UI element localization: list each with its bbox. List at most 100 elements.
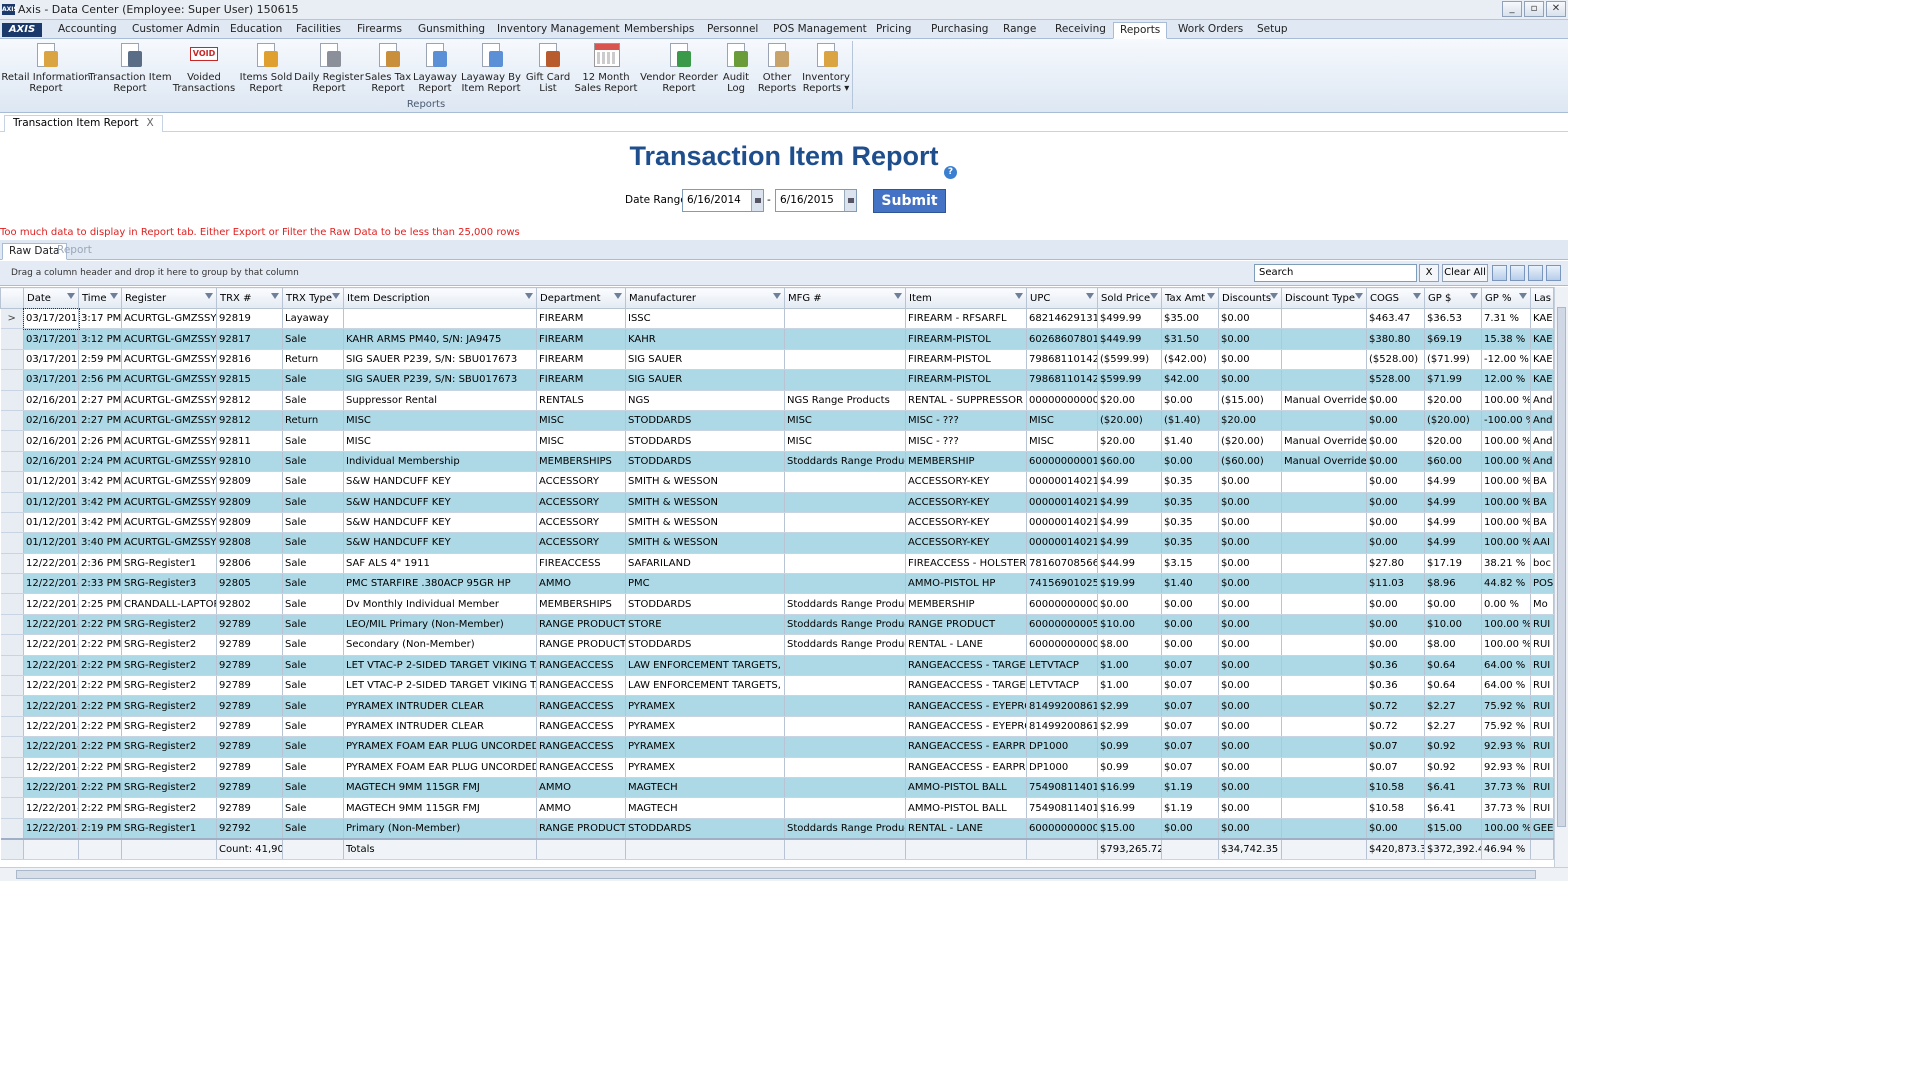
filter-icon[interactable] bbox=[773, 293, 781, 299]
cell-las[interactable]: RUI bbox=[1530, 757, 1554, 778]
table-row[interactable]: 12/22/2014 2:33 PM SRG-Register3 92805 Sale P… bbox=[0, 573, 1554, 595]
cell-cogs[interactable]: $0.00 bbox=[1366, 492, 1425, 513]
cell-discount-type[interactable] bbox=[1281, 593, 1367, 615]
cell-item[interactable]: AMMO-PISTOL BALL bbox=[905, 797, 1027, 819]
cell-time[interactable]: 3:42 PM bbox=[78, 492, 122, 513]
cell-department[interactable]: FIREARM bbox=[536, 328, 626, 350]
cell-discounts[interactable]: $0.00 bbox=[1218, 818, 1282, 840]
cell-register[interactable]: SRG-Register2 bbox=[121, 757, 217, 778]
cell-cogs[interactable]: $0.07 bbox=[1366, 757, 1425, 778]
cell-date[interactable]: 12/22/2014 bbox=[23, 655, 79, 677]
menu-tab-work-orders[interactable]: Work Orders bbox=[1172, 22, 1249, 39]
cell-item[interactable]: MEMBERSHIP bbox=[905, 451, 1027, 473]
cell-gp[interactable]: $0.92 bbox=[1424, 736, 1482, 758]
cell-date[interactable]: 01/12/2015 bbox=[23, 492, 79, 513]
vertical-scrollbar[interactable] bbox=[1554, 287, 1568, 867]
filter-icon[interactable] bbox=[525, 293, 533, 299]
cell-upc[interactable]: MISC bbox=[1026, 430, 1098, 452]
cell-upc[interactable]: LETVTACP bbox=[1026, 655, 1098, 677]
column-header-gp[interactable]: GP $ bbox=[1424, 287, 1482, 309]
cell-discount-type[interactable] bbox=[1281, 797, 1367, 819]
cell-discount-type[interactable] bbox=[1281, 614, 1367, 636]
cell-sold-price[interactable]: ($599.99) bbox=[1097, 349, 1162, 371]
cell-trx[interactable]: 92789 bbox=[216, 716, 283, 738]
cell-cogs[interactable]: $11.03 bbox=[1366, 573, 1425, 595]
cell-las[interactable]: Mo bbox=[1530, 593, 1554, 615]
cell-time[interactable]: 2:59 PM bbox=[78, 349, 122, 371]
cell-tax-amt[interactable]: $0.35 bbox=[1161, 532, 1219, 554]
help-icon[interactable]: ? bbox=[944, 166, 957, 179]
cell-gp[interactable]: $20.00 bbox=[1424, 430, 1482, 452]
cell-cogs[interactable]: $10.58 bbox=[1366, 797, 1425, 819]
cell-date[interactable]: 12/22/2014 bbox=[23, 593, 79, 615]
cell-date[interactable]: 02/16/2015 bbox=[23, 410, 79, 432]
filter-icon[interactable] bbox=[1413, 293, 1421, 299]
cell-trx-type[interactable]: Sale bbox=[282, 573, 344, 595]
cell-gp[interactable]: 100.00 % bbox=[1481, 492, 1531, 513]
cell-trx-type[interactable]: Sale bbox=[282, 757, 344, 778]
cell-gp[interactable]: 100.00 % bbox=[1481, 430, 1531, 452]
cell-manufacturer[interactable]: LAW ENFORCEMENT TARGETS, INC bbox=[625, 675, 785, 697]
cell-las[interactable]: RUI bbox=[1530, 736, 1554, 758]
cell-cogs[interactable]: $0.00 bbox=[1366, 390, 1425, 411]
cell-item-description[interactable]: Primary (Non-Member) bbox=[343, 818, 537, 840]
cell-trx-type[interactable]: Sale bbox=[282, 716, 344, 738]
cell-las[interactable]: KAE bbox=[1530, 349, 1554, 371]
row-indicator[interactable] bbox=[0, 451, 24, 473]
cell-item[interactable]: RENTAL - LANE bbox=[905, 818, 1027, 840]
cell-manufacturer[interactable]: LAW ENFORCEMENT TARGETS, INC bbox=[625, 655, 785, 677]
cell-sold-price[interactable]: $44.99 bbox=[1097, 553, 1162, 575]
cell-discount-type[interactable] bbox=[1281, 410, 1367, 432]
cell-tax-amt[interactable]: $1.19 bbox=[1161, 777, 1219, 799]
cell-department[interactable]: RANGE PRODUCTS bbox=[536, 818, 626, 840]
table-row[interactable]: 12/22/2014 2:25 PM CRANDALL-LAPTOP 92802 Sal… bbox=[0, 593, 1554, 615]
cell-item-description[interactable] bbox=[343, 308, 537, 330]
cell-cogs[interactable]: $0.00 bbox=[1366, 593, 1425, 615]
cell-item[interactable]: FIREARM - RFSARFL bbox=[905, 308, 1027, 330]
menu-tab-setup[interactable]: Setup bbox=[1251, 22, 1294, 39]
cell-mfg[interactable] bbox=[784, 736, 906, 758]
cell-mfg[interactable]: Stoddards Range Products bbox=[784, 451, 906, 473]
table-row[interactable]: 12/22/2014 2:22 PM SRG-Register2 92789 Sale P… bbox=[0, 695, 1554, 717]
cell-item-description[interactable]: Individual Membership bbox=[343, 451, 537, 473]
cell-tax-amt[interactable]: $0.00 bbox=[1161, 451, 1219, 473]
cell-sold-price[interactable]: $20.00 bbox=[1097, 390, 1162, 411]
cell-las[interactable]: And bbox=[1530, 410, 1554, 432]
cell-manufacturer[interactable]: PYRAMEX bbox=[625, 695, 785, 717]
cell-discounts[interactable]: $0.00 bbox=[1218, 593, 1282, 615]
cell-tax-amt[interactable]: $1.19 bbox=[1161, 797, 1219, 819]
cell-item-description[interactable]: LET VTAC-P 2-SIDED TARGET VIKING TACT bbox=[343, 675, 537, 697]
cell-gp[interactable]: $69.19 bbox=[1424, 328, 1482, 350]
cell-discounts[interactable]: $0.00 bbox=[1218, 573, 1282, 595]
table-row[interactable]: 12/22/2014 2:22 PM SRG-Register2 92789 Sale L… bbox=[0, 614, 1554, 636]
cell-las[interactable]: GEE bbox=[1530, 818, 1554, 840]
cell-trx-type[interactable]: Return bbox=[282, 349, 344, 371]
cell-cogs[interactable]: $528.00 bbox=[1366, 369, 1425, 391]
filter-icon[interactable] bbox=[1355, 293, 1363, 299]
cell-tax-amt[interactable]: $0.00 bbox=[1161, 593, 1219, 615]
cell-register[interactable]: SRG-Register2 bbox=[121, 614, 217, 636]
cell-department[interactable]: RANGEACCESS bbox=[536, 655, 626, 677]
cell-register[interactable]: ACURTGL-GMZSSY1 bbox=[121, 451, 217, 473]
cell-trx-type[interactable]: Sale bbox=[282, 593, 344, 615]
cell-gp[interactable]: $4.99 bbox=[1424, 512, 1482, 534]
cell-discount-type[interactable] bbox=[1281, 471, 1367, 493]
cell-discounts[interactable]: $0.00 bbox=[1218, 614, 1282, 636]
cell-trx[interactable]: 92810 bbox=[216, 451, 283, 473]
cell-gp[interactable]: 37.73 % bbox=[1481, 777, 1531, 799]
cell-date[interactable]: 03/17/2015 bbox=[22, 307, 80, 330]
cell-cogs[interactable]: $0.00 bbox=[1366, 430, 1425, 452]
cell-item-description[interactable]: PMC STARFIRE .380ACP 95GR HP bbox=[343, 573, 537, 595]
row-indicator[interactable] bbox=[0, 797, 24, 819]
cell-item-description[interactable]: S&W HANDCUFF KEY bbox=[343, 512, 537, 534]
cell-gp[interactable]: 92.93 % bbox=[1481, 757, 1531, 778]
clear-all-button[interactable]: Clear All bbox=[1442, 264, 1488, 282]
cell-trx-type[interactable]: Sale bbox=[282, 797, 344, 819]
cell-item[interactable]: MISC - ??? bbox=[905, 410, 1027, 432]
cell-mfg[interactable] bbox=[784, 512, 906, 534]
cell-manufacturer[interactable]: STODDARDS bbox=[625, 451, 785, 473]
cell-cogs[interactable]: $27.80 bbox=[1366, 553, 1425, 575]
cell-gp[interactable]: $15.00 bbox=[1424, 818, 1482, 840]
cell-tax-amt[interactable]: $0.00 bbox=[1161, 818, 1219, 840]
cell-department[interactable]: FIREACCESS bbox=[536, 553, 626, 575]
